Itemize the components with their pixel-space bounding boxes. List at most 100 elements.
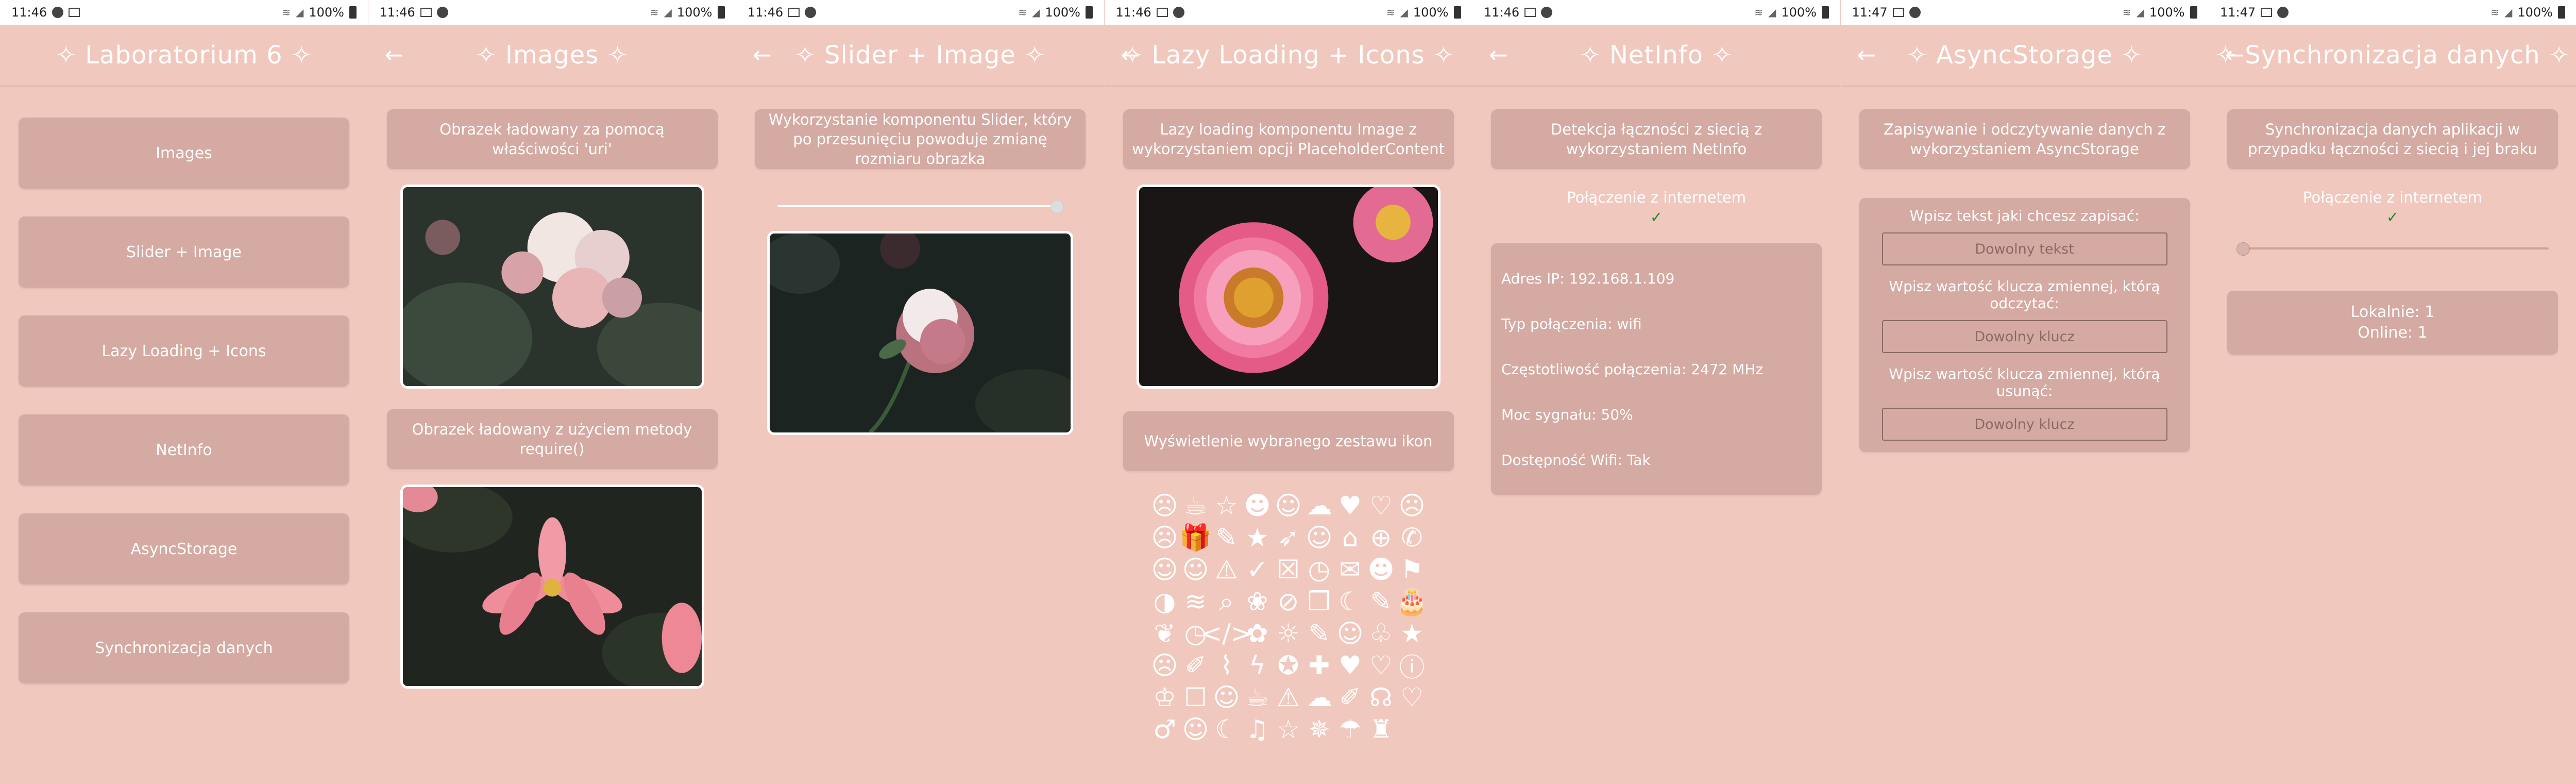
size-slider[interactable] — [777, 196, 1064, 216]
icon-item: ☁ — [1306, 491, 1332, 521]
back-arrow-icon[interactable]: ← — [1121, 42, 1140, 69]
icon-item: ☹ — [1151, 650, 1178, 680]
online-count: Online: 1 — [2358, 324, 2428, 342]
icon-item: ♥ — [1338, 491, 1362, 521]
app-header: ← ✧ Slider + Image ✧ — [736, 25, 1104, 87]
sync-slider[interactable] — [2236, 238, 2549, 259]
battery-level: 100% — [1045, 5, 1080, 20]
gallery-icon — [2261, 8, 2273, 17]
info-card-icons: Wyświetlenie wybranego zestawu ikon — [1123, 411, 1454, 471]
wifi-icon: ≋ — [1754, 6, 1763, 19]
back-arrow-icon[interactable]: ← — [385, 42, 404, 69]
connection-label: Połączenie z internetem — [2303, 189, 2482, 206]
detail-ip: Adres IP: 192.168.1.109 — [1501, 270, 1675, 287]
icon-item: ☆ — [1215, 491, 1238, 521]
page-title: ✧ Synchronizacja danych ✧ — [2215, 41, 2570, 70]
battery-level: 100% — [309, 5, 344, 20]
icon-item: ♔ — [1153, 682, 1176, 712]
page-title: ✧ AsyncStorage ✧ — [1906, 41, 2143, 70]
icon-item: ➶ — [1277, 523, 1299, 553]
slider-thumb[interactable] — [1050, 200, 1064, 213]
lazy-image-flower — [1136, 185, 1440, 389]
delete-key-label: Wpisz wartość klucza zmiennej, którą usu… — [1889, 365, 2160, 399]
icon-item: ☹ — [1398, 491, 1426, 521]
battery-icon — [349, 6, 357, 19]
icon-item: ★ — [1400, 619, 1423, 648]
gallery-icon — [788, 8, 800, 17]
icon-item: ♂ — [1153, 714, 1176, 744]
app-header: ← ✧ Lazy Loading + Icons ✧ — [1104, 25, 1472, 87]
read-key-input[interactable]: Dowolny klucz — [1882, 320, 2167, 353]
slider-thumb[interactable] — [2236, 242, 2250, 256]
detail-strength: Moc sygnału: 50% — [1501, 406, 1633, 423]
app-header: ← ✧ Synchronizacja danych ✧ — [2209, 25, 2576, 87]
icon-item: ☐ — [1184, 682, 1207, 712]
wifi-icon: ≋ — [2490, 6, 2499, 19]
back-arrow-icon[interactable]: ← — [1489, 42, 1508, 69]
gallery-icon — [1156, 8, 1168, 17]
app-header: ✧ Laboratorium 6 ✧ — [0, 25, 368, 87]
screen-images: 11:46 ≋ ◢ 100% ← ✧ Images ✧ Obrazek ładowa… — [368, 0, 736, 784]
icon-item: ⚑ — [1400, 555, 1423, 585]
icon-item: ⌂ — [1342, 523, 1359, 553]
icon-item: ☾ — [1215, 714, 1238, 744]
back-arrow-icon[interactable]: ← — [753, 42, 772, 69]
sync-counter-card: Lokalnie: 1 Online: 1 — [2227, 291, 2558, 355]
signal-icon: ◢ — [664, 6, 672, 19]
icon-item: ☺ — [1182, 714, 1209, 744]
page-title: ✧ Images ✧ — [476, 41, 629, 70]
icon-item: ⌕ — [1219, 586, 1234, 616]
icon-item: ★ — [1246, 523, 1269, 553]
page-title: ✧ Laboratorium 6 ✧ — [55, 41, 313, 70]
status-bar: 11:46 ≋ ◢ 100% — [736, 0, 1104, 25]
icon-item: ✎ — [1215, 523, 1238, 553]
app-icon — [436, 7, 448, 18]
battery-icon — [1453, 6, 1461, 19]
icon-set-grid: ☹ ☕ ☆ ☻ ☺ ☁ ♥ ♡ ☹ ☹ 🎁 ✎ ★ ➶ ☺ ⌂ ⊕ ✆ ☺ ☺ ⚠ ✓ ☒ ◷ ✉ ☻ ⚑ ◑ ≋ ⌕ ❀ ⊘ ❒ ☾ ✎ 🎂 ❦ ◷ </… — [1123, 490, 1454, 745]
menu-button-netinfo[interactable]: NetInfo — [19, 414, 349, 486]
icon-item: ◑ — [1153, 587, 1176, 616]
wifi-icon: ≋ — [1018, 6, 1027, 19]
menu-button-images[interactable]: Images — [19, 118, 349, 189]
battery-level: 100% — [676, 5, 713, 20]
info-card-sync: Synchronizacja danych aplikacji w przypa… — [2227, 109, 2558, 169]
app-header: ← ✧ Images ✧ — [368, 25, 736, 87]
delete-key-input[interactable]: Dowolny klucz — [1882, 408, 2167, 441]
signal-icon: ◢ — [1031, 6, 1040, 19]
detail-wifi: Dostępność Wifi: Tak — [1501, 451, 1651, 469]
status-bar: 11:47 ≋ ◢ 100% — [2209, 0, 2576, 25]
gallery-icon — [69, 8, 80, 17]
app-icon — [805, 7, 817, 18]
icon-item: ✪ — [1277, 650, 1299, 680]
page-title: ✧ Slider + Image ✧ — [794, 41, 1046, 70]
check-icon: ✓ — [1650, 208, 1663, 226]
menu-button-lazy-loading[interactable]: Lazy Loading + Icons — [19, 315, 349, 387]
screen-sync: 11:47 ≋ ◢ 100% ← ✧ Synchronizacja danych ✧… — [2209, 0, 2576, 784]
battery-level: 100% — [2149, 5, 2185, 20]
back-arrow-icon[interactable]: ← — [2225, 42, 2244, 69]
save-text-input[interactable]: Dowolny tekst — [1882, 232, 2167, 265]
icon-item: ☊ — [1369, 682, 1393, 712]
battery-icon — [1822, 6, 1829, 19]
menu-button-sync[interactable]: Synchronizacja danych — [19, 612, 349, 683]
screen-slider: 11:46 ≋ ◢ 100% ← ✧ Slider + Image ✧ Wykorz… — [736, 0, 1104, 784]
icon-item: 🎂 — [1396, 586, 1428, 616]
icon-item: ✐ — [1184, 650, 1207, 680]
icon-item: ☺ — [1336, 619, 1364, 648]
app-icon — [52, 7, 64, 18]
info-card-slider: Wykorzystanie komponentu Slider, który p… — [755, 109, 1086, 169]
info-card-require: Obrazek ładowany z użyciem metody requir… — [386, 409, 718, 469]
icon-item: ✐ — [1339, 682, 1361, 712]
image-uri-roses — [400, 185, 704, 389]
menu-button-slider[interactable]: Slider + Image — [19, 216, 349, 288]
info-card-lazy: Lazy loading komponentu Image z wykorzys… — [1123, 109, 1454, 169]
icon-item: ☺ — [1151, 555, 1178, 585]
back-arrow-icon[interactable]: ← — [1857, 42, 1876, 69]
icon-item: ⓘ — [1399, 653, 1425, 682]
status-bar: 11:46 ≋ ◢ 100% — [0, 0, 368, 25]
menu-button-asyncstorage[interactable]: AsyncStorage — [19, 513, 349, 585]
screen-asyncstorage: 11:47 ≋ ◢ 100% ← ✧ AsyncStorage ✧ Zapisywa… — [1840, 0, 2209, 784]
status-time: 11:46 — [748, 5, 784, 20]
icon-item: ✉ — [1339, 555, 1361, 585]
connection-label: Połączenie z internetem — [1567, 189, 1746, 206]
